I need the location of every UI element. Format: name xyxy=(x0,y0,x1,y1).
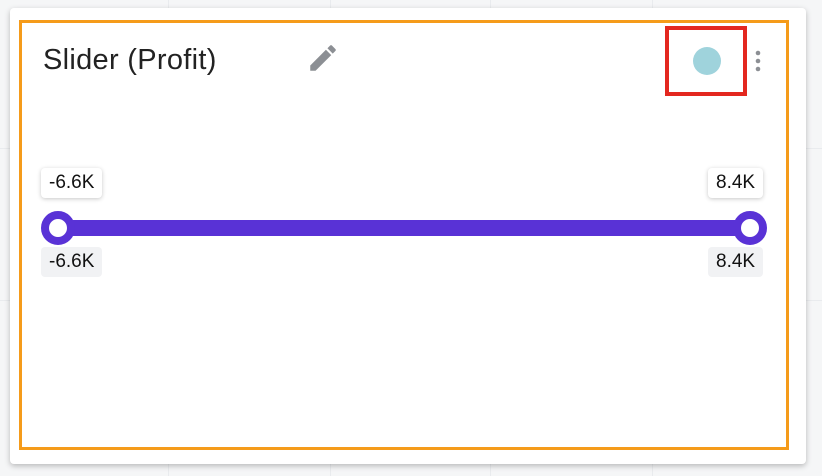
slider-min-handle[interactable] xyxy=(41,211,75,245)
selected-min-label: -6.6K xyxy=(41,168,103,198)
kebab-vertical-icon[interactable] xyxy=(750,49,766,75)
range-max-label: 8.4K xyxy=(708,247,764,277)
pencil-icon[interactable] xyxy=(306,41,340,75)
range-min-label: -6.6K xyxy=(41,247,103,277)
slider-track[interactable] xyxy=(60,220,750,236)
slider-widget-card[interactable]: Slider (Profit) -6.6K 8.4K -6.6K 8.4K xyxy=(19,20,789,450)
widget-title: Slider (Profit) xyxy=(43,44,217,76)
dashboard-canvas: Slider (Profit) -6.6K 8.4K -6.6K 8.4K xyxy=(0,0,822,476)
slider-max-handle[interactable] xyxy=(733,211,767,245)
selected-max-label: 8.4K xyxy=(708,168,764,198)
status-dot xyxy=(693,47,721,75)
